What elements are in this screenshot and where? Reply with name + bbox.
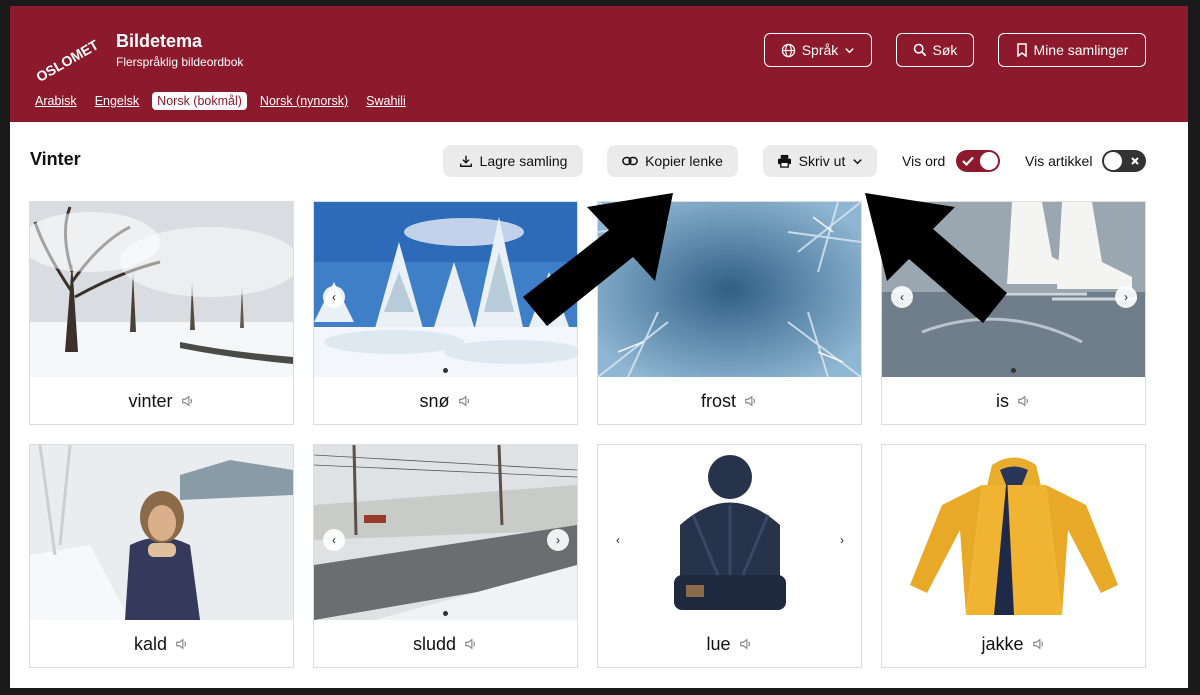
card-word: vinter	[128, 390, 173, 411]
knit-hat-image	[598, 445, 861, 620]
save-collection-label: Lagre samling	[479, 153, 568, 169]
slushy-road-image	[314, 445, 577, 620]
printer-icon	[777, 154, 791, 168]
speaker-icon[interactable]	[458, 394, 472, 408]
cold-person-image	[30, 445, 293, 620]
show-words-toggle[interactable]	[956, 150, 1000, 172]
speaker-icon[interactable]	[744, 394, 758, 408]
link-icon	[622, 156, 638, 166]
carousel-dot[interactable]	[1011, 368, 1016, 373]
language-button-label: Språk	[801, 42, 839, 58]
copy-link-button[interactable]: Kopier lenke	[607, 145, 738, 177]
speaker-icon[interactable]	[1017, 394, 1031, 408]
close-icon	[1131, 157, 1139, 165]
card-word: sludd	[412, 633, 457, 654]
toggle-knob	[980, 152, 998, 170]
speaker-icon[interactable]	[175, 637, 189, 651]
check-icon	[962, 156, 974, 167]
language-button[interactable]: Språk	[764, 33, 872, 67]
bookmark-icon	[1016, 43, 1027, 57]
show-article-label: Vis artikkel	[1025, 153, 1093, 169]
card-vinter[interactable]: vinter	[29, 201, 294, 425]
copy-link-label: Kopier lenke	[645, 153, 723, 169]
prev-image-button[interactable]: ‹	[607, 529, 629, 551]
card-caption: vinter	[30, 377, 293, 425]
card-caption: sludd	[314, 620, 577, 668]
prev-image-button[interactable]: ‹	[323, 286, 345, 308]
language-tab-engelsk[interactable]: Engelsk	[90, 92, 144, 110]
print-button[interactable]: Skriv ut	[763, 145, 877, 177]
snowy-trees-image	[30, 202, 293, 377]
next-image-button[interactable]: ›	[547, 529, 569, 551]
chevron-down-icon	[845, 47, 854, 53]
language-tab-norsk-nynorsk[interactable]: Norsk (nynorsk)	[255, 92, 353, 110]
card-kald[interactable]: kald	[29, 444, 294, 668]
speaker-icon[interactable]	[464, 637, 478, 651]
card-caption: frost	[598, 377, 861, 425]
card-lue[interactable]: ‹ › lue	[597, 444, 862, 668]
oslomet-logo[interactable]: OSLOMET	[28, 28, 101, 85]
card-caption: jakke	[882, 620, 1145, 668]
card-jakke[interactable]: jakke	[881, 444, 1146, 668]
search-icon	[913, 43, 926, 57]
my-collections-button[interactable]: Mine samlinger	[998, 33, 1146, 67]
card-word: frost	[700, 390, 736, 411]
my-collections-label: Mine samlinger	[1033, 42, 1129, 58]
save-collection-button[interactable]: Lagre samling	[443, 145, 583, 177]
next-image-button[interactable]: ›	[1115, 286, 1137, 308]
language-tab-norsk-bokmal[interactable]: Norsk (bokmål)	[152, 92, 247, 110]
card-caption: lue	[598, 620, 861, 668]
show-words-label: Vis ord	[902, 153, 946, 169]
site-title[interactable]: Bildetema	[116, 31, 202, 52]
yellow-jacket-image	[882, 445, 1145, 620]
annotation-arrow-right	[865, 193, 1007, 323]
language-tab-swahili[interactable]: Swahili	[361, 92, 411, 110]
speaker-icon[interactable]	[739, 637, 753, 651]
site-subtitle: Flerspråklig bildeordbok	[116, 55, 244, 69]
logo-text: OSLOMET	[33, 36, 98, 85]
globe-icon	[781, 43, 795, 57]
card-word: kald	[133, 633, 168, 654]
app-window: OSLOMET Bildetema Flerspråklig bildeordb…	[10, 6, 1188, 688]
language-tab-arabisk[interactable]: Arabisk	[30, 92, 82, 110]
card-sludd[interactable]: ‹ › sludd	[313, 444, 578, 668]
next-image-button[interactable]: ›	[831, 529, 853, 551]
carousel-dot[interactable]	[443, 611, 448, 616]
card-word: jakke	[981, 633, 1024, 654]
speaker-icon[interactable]	[1032, 637, 1046, 651]
site-header: OSLOMET Bildetema Flerspråklig bildeordb…	[10, 6, 1188, 122]
print-label: Skriv ut	[798, 153, 846, 169]
card-word: lue	[706, 633, 731, 654]
carousel-dot[interactable]	[443, 368, 448, 373]
language-tabs: Arabisk Engelsk Norsk (bokmål) Norsk (ny…	[30, 92, 411, 110]
toggle-knob	[1104, 152, 1122, 170]
prev-image-button[interactable]: ‹	[323, 529, 345, 551]
page-title: Vinter	[30, 149, 81, 169]
card-word: snø	[419, 390, 450, 411]
card-word: is	[996, 390, 1009, 411]
download-icon	[459, 155, 472, 167]
card-caption: kald	[30, 620, 293, 668]
search-button-label: Søk	[932, 42, 958, 58]
annotation-arrow-left	[523, 193, 673, 326]
search-button[interactable]: Søk	[896, 33, 974, 67]
chevron-down-icon	[853, 158, 863, 164]
card-caption: snø	[314, 377, 577, 425]
show-article-toggle[interactable]	[1102, 150, 1146, 172]
card-caption: is	[882, 377, 1145, 425]
speaker-icon[interactable]	[181, 394, 195, 408]
